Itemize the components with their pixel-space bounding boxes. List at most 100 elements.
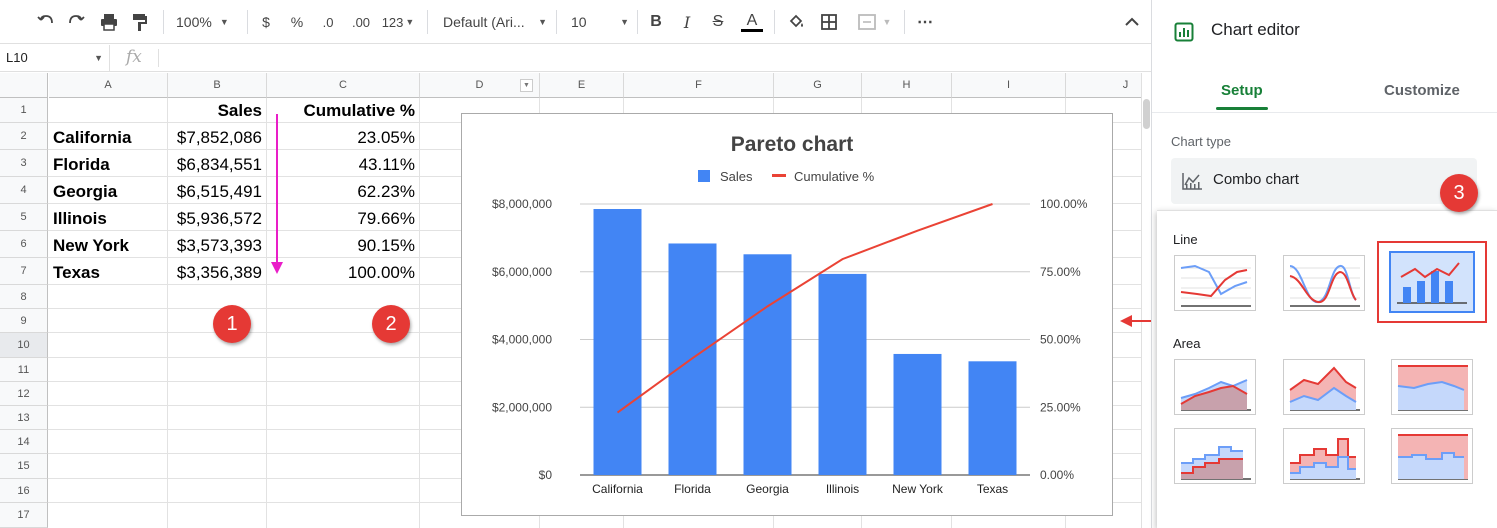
formula-input[interactable]: [160, 45, 1145, 71]
borders-icon[interactable]: [818, 10, 840, 34]
decrease-decimals-button[interactable]: .0: [316, 10, 340, 34]
cell-cumulative[interactable]: 100.00%: [270, 261, 415, 285]
font-size-select[interactable]: 10 ▼: [571, 10, 629, 34]
column-filter-icon[interactable]: ▼: [520, 79, 533, 92]
row-header-1[interactable]: 1: [0, 98, 48, 123]
column-header-j[interactable]: J: [1066, 73, 1141, 98]
row-header-9[interactable]: 9: [0, 309, 48, 333]
column-header-i[interactable]: I: [952, 73, 1066, 98]
cell-sales[interactable]: $6,515,491: [170, 180, 262, 204]
header-sales[interactable]: Sales: [170, 99, 262, 123]
cell-state[interactable]: California: [53, 126, 165, 150]
cell-state[interactable]: New York: [53, 234, 165, 258]
chevron-down-icon: ▼: [882, 17, 892, 27]
chart-option-smooth-line[interactable]: [1283, 255, 1365, 311]
row-header-15[interactable]: 15: [0, 454, 48, 479]
chart-legend: Sales Cumulative %: [698, 169, 875, 184]
cell-state[interactable]: Georgia: [53, 180, 165, 204]
cell-sales[interactable]: $7,852,086: [170, 126, 262, 150]
row-header-7[interactable]: 7: [0, 258, 48, 285]
column-header-f[interactable]: F: [624, 73, 774, 98]
collapse-toolbar-icon[interactable]: [1121, 10, 1143, 34]
print-icon[interactable]: [97, 10, 121, 34]
scrollbar-thumb[interactable]: [1143, 99, 1150, 129]
name-box[interactable]: L10 ▼: [0, 45, 110, 71]
increase-decimals-button[interactable]: .00: [348, 10, 374, 34]
more-formats-button[interactable]: 123 ▼: [381, 10, 415, 34]
bar: [968, 361, 1017, 475]
row-header-16[interactable]: 16: [0, 479, 48, 503]
chart-option-combo[interactable]: [1389, 251, 1475, 313]
chart-option-stacked-area[interactable]: [1283, 359, 1365, 415]
strikethrough-button[interactable]: S: [708, 10, 728, 34]
row-header-3[interactable]: 3: [0, 150, 48, 177]
vertical-scrollbar[interactable]: [1141, 73, 1151, 528]
column-header-c[interactable]: C: [267, 73, 420, 98]
tab-customize[interactable]: Customize: [1384, 82, 1460, 99]
row-header-5[interactable]: 5: [0, 204, 48, 231]
cell-cumulative[interactable]: 62.23%: [270, 180, 415, 204]
chart-option-100-stepped-area[interactable]: [1391, 428, 1473, 484]
active-tab-indicator: [1216, 107, 1268, 110]
row-header-11[interactable]: 11: [0, 358, 48, 382]
x-tick-label: Florida: [674, 482, 711, 496]
tab-setup[interactable]: Setup: [1221, 82, 1263, 99]
chart-option-line[interactable]: [1174, 255, 1256, 311]
cell-state[interactable]: Florida: [53, 153, 165, 177]
row-header-6[interactable]: 6: [0, 231, 48, 258]
row-header-13[interactable]: 13: [0, 406, 48, 430]
font-family-select[interactable]: Default (Ari... ▼: [443, 10, 547, 34]
chart-option-100-area[interactable]: [1391, 359, 1473, 415]
merge-cells-icon[interactable]: ▼: [852, 10, 896, 34]
y-tick-label: $4,000,000: [492, 333, 552, 347]
text-color-button[interactable]: A: [740, 10, 764, 34]
cell-sales[interactable]: $3,573,393: [170, 234, 262, 258]
cell-cumulative[interactable]: 23.05%: [270, 126, 415, 150]
more-options-button[interactable]: ⋯: [914, 10, 936, 34]
chart-type-label: Chart type: [1171, 134, 1231, 149]
undo-icon[interactable]: [34, 10, 58, 34]
row-header-14[interactable]: 14: [0, 430, 48, 454]
cell-sales[interactable]: $5,936,572: [170, 207, 262, 231]
header-cumulative[interactable]: Cumulative %: [270, 99, 415, 123]
chart-option-stepped-area[interactable]: [1174, 428, 1256, 484]
row-header-17[interactable]: 17: [0, 503, 48, 528]
bar: [893, 353, 942, 475]
cell-state[interactable]: Texas: [53, 261, 165, 285]
currency-format-button[interactable]: $: [256, 10, 276, 34]
cell-cumulative[interactable]: 90.15%: [270, 234, 415, 258]
row-header-10[interactable]: 10: [0, 333, 48, 358]
row-header-8[interactable]: 8: [0, 285, 48, 309]
bar: [593, 209, 642, 475]
row-header-4[interactable]: 4: [0, 177, 48, 204]
cell-sales[interactable]: $3,356,389: [170, 261, 262, 285]
y-axis-right: 0.00% 25.00% 50.00% 75.00% 100.00%: [1040, 197, 1088, 482]
select-all-corner[interactable]: [0, 73, 48, 98]
fill-color-icon[interactable]: [785, 10, 807, 34]
y-tick-label: $2,000,000: [492, 400, 552, 414]
chart-option-stacked-stepped-area[interactable]: [1283, 428, 1365, 484]
row-header-2[interactable]: 2: [0, 123, 48, 150]
redo-icon[interactable]: [64, 10, 88, 34]
cell-state[interactable]: Illinois: [53, 207, 165, 231]
column-header-b[interactable]: B: [168, 73, 267, 98]
cell-cumulative[interactable]: 79.66%: [270, 207, 415, 231]
y-tick-label: $8,000,000: [492, 197, 552, 211]
italic-button[interactable]: I: [677, 10, 697, 34]
bold-button[interactable]: B: [646, 10, 666, 34]
percent-format-button[interactable]: %: [287, 10, 307, 34]
column-header-a[interactable]: A: [49, 73, 168, 98]
cell-cumulative[interactable]: 43.11%: [270, 153, 415, 177]
y2-tick-label: 100.00%: [1040, 197, 1088, 211]
legend-label-sales: Sales: [720, 169, 753, 184]
chart-option-area[interactable]: [1174, 359, 1256, 415]
column-header-g[interactable]: G: [774, 73, 862, 98]
row-header-12[interactable]: 12: [0, 382, 48, 406]
column-header-h[interactable]: H: [862, 73, 952, 98]
pareto-chart[interactable]: Pareto chart Sales Cumulative % $0 $2,000…: [461, 113, 1113, 516]
column-header-e[interactable]: E: [540, 73, 624, 98]
chart-type-select[interactable]: Combo chart: [1171, 158, 1477, 204]
paint-format-icon[interactable]: [128, 10, 152, 34]
cell-sales[interactable]: $6,834,551: [170, 153, 262, 177]
zoom-select[interactable]: 100% ▼: [176, 10, 238, 34]
